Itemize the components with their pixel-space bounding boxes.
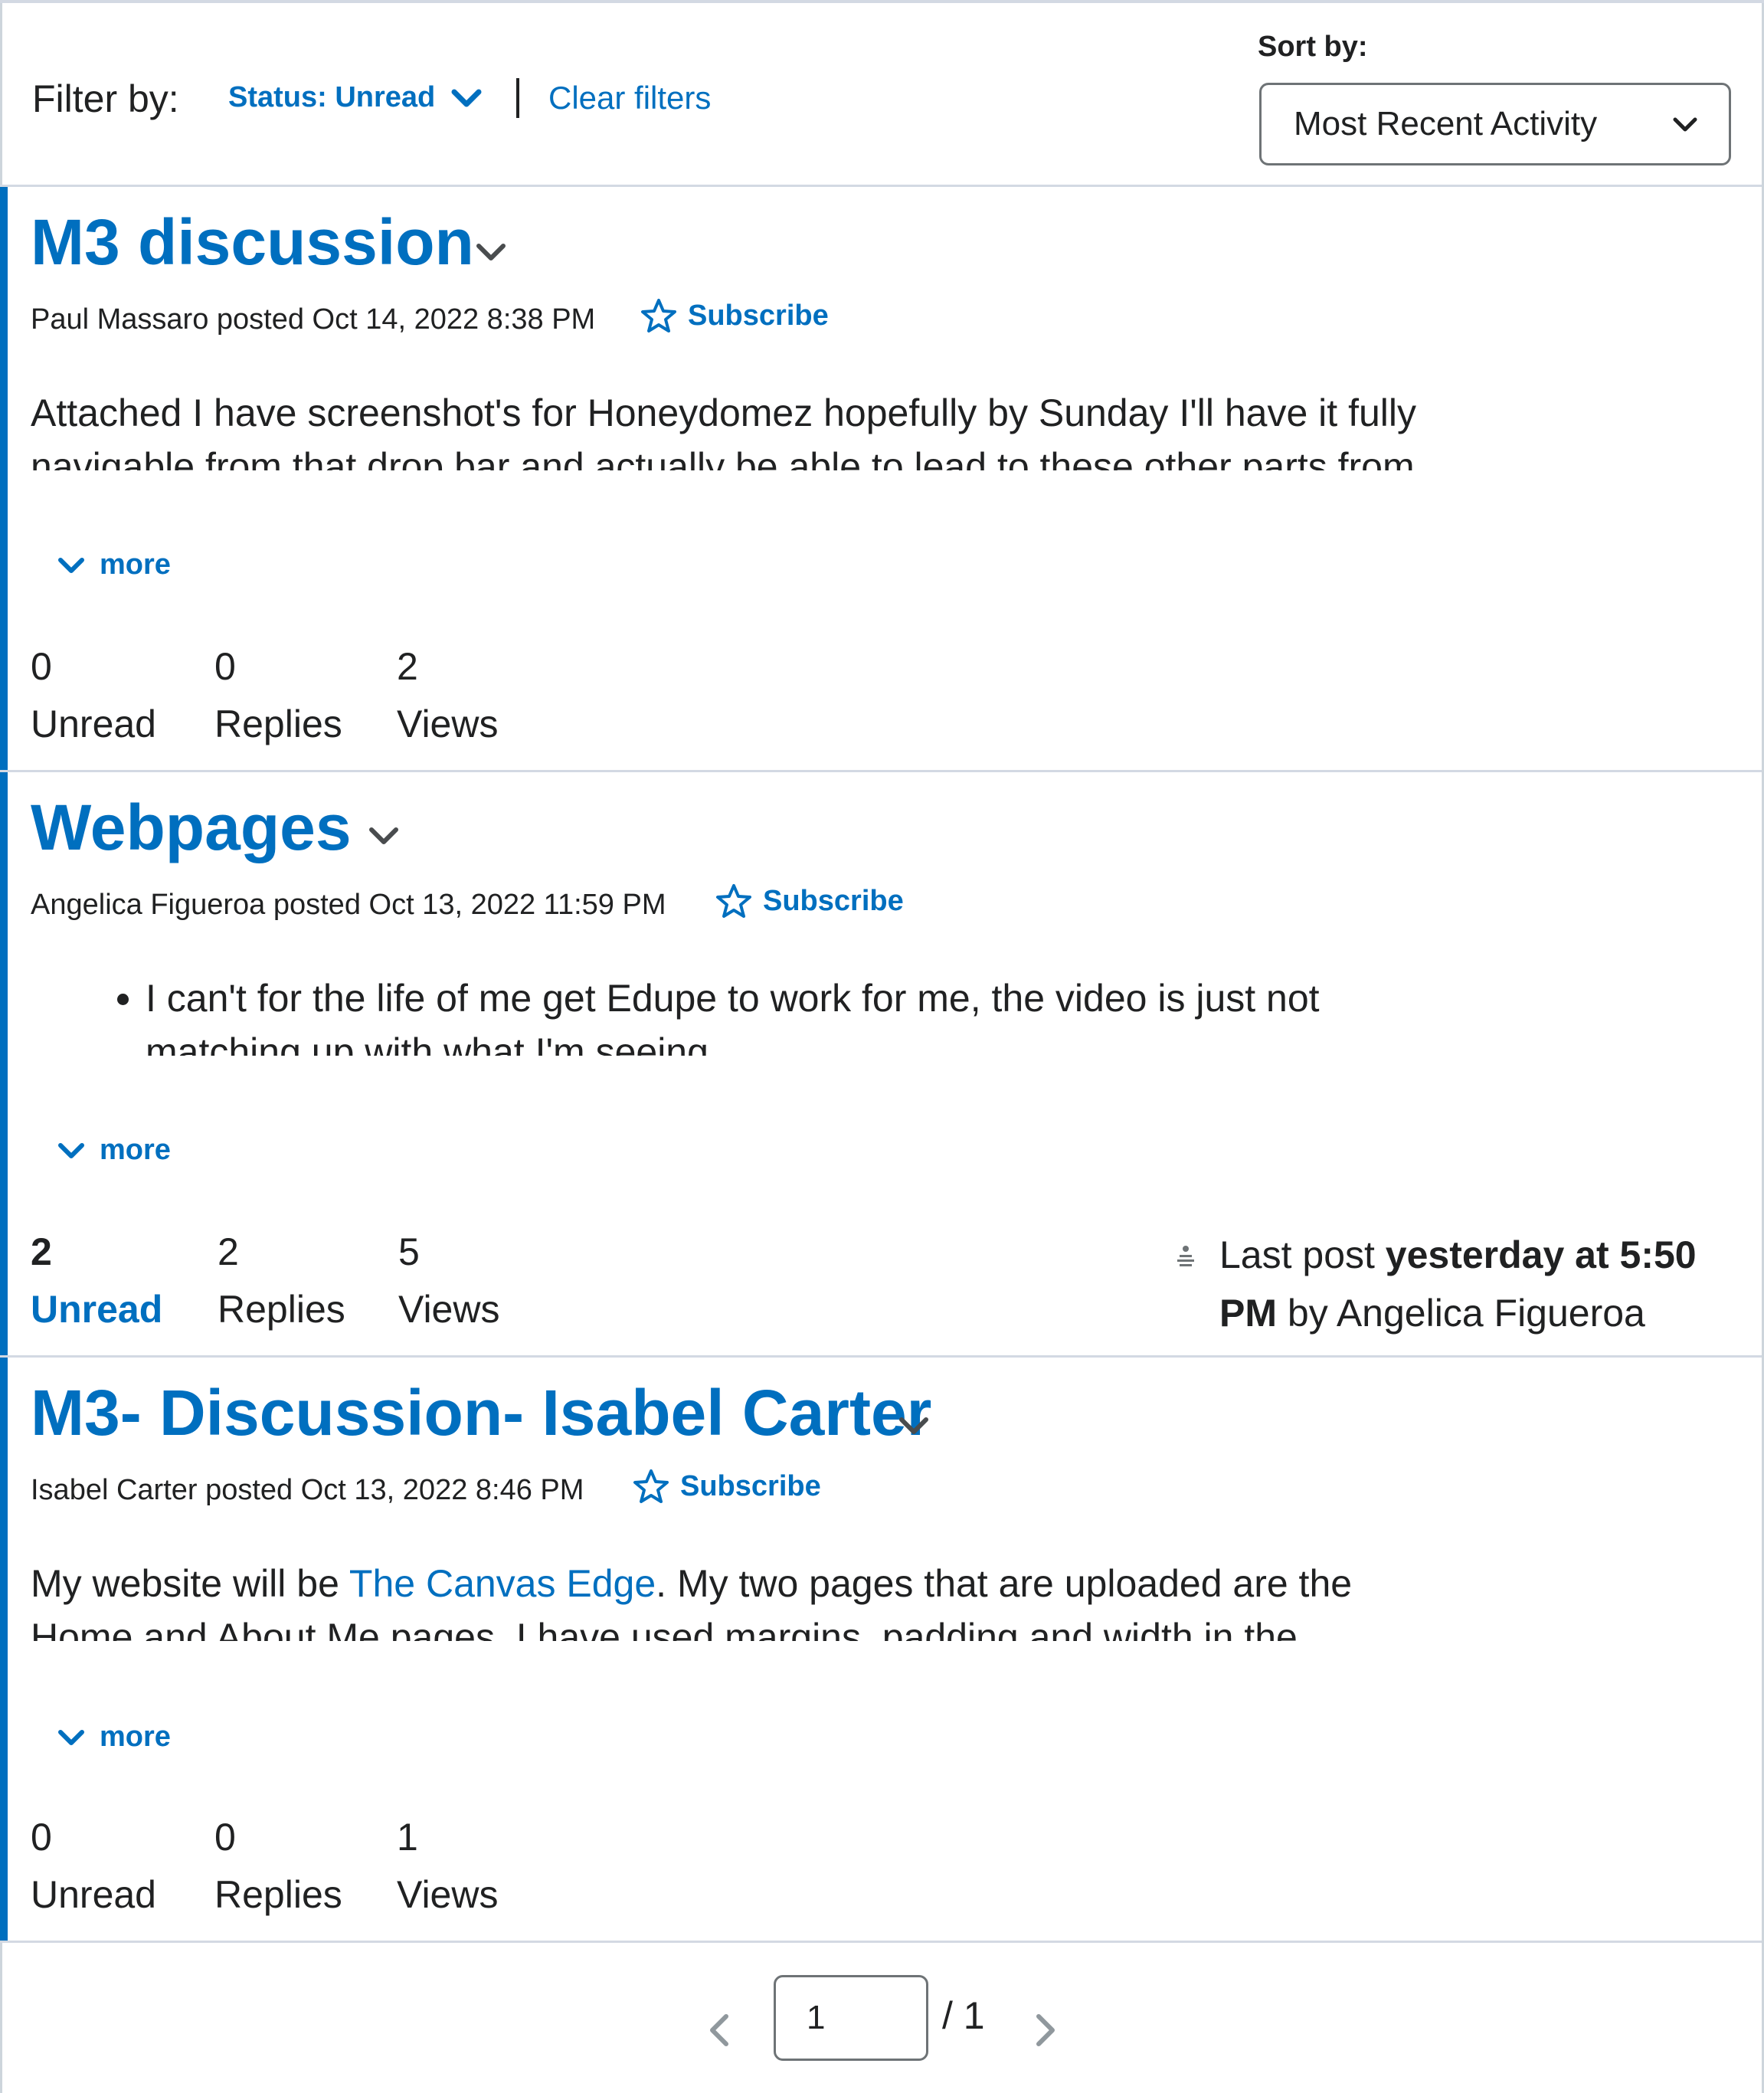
last-post-icon	[1177, 1246, 1194, 1266]
filter-label: Filter by:	[32, 77, 179, 120]
stat-label: Views	[397, 1873, 499, 1916]
last-post-prefix: Last post	[1219, 1233, 1386, 1276]
stat-value: 0	[214, 645, 236, 688]
more-button[interactable]: more	[57, 549, 171, 581]
replies-count: 2 Replies	[218, 1223, 345, 1338]
sort-label: Sort by:	[1258, 31, 1368, 63]
excerpt-line: My website will be The Canvas Edge. My t…	[31, 1557, 1478, 1610]
stat-label: Views	[397, 703, 499, 745]
excerpt-line: matching up with what I'm seeing	[146, 1030, 709, 1056]
subscribe-button[interactable]: Subscribe	[640, 297, 829, 334]
topic-excerpt: Attached I have screenshot's for Honeydo…	[31, 386, 1478, 470]
topic-card: M3- Discussion- Isabel Carter Isabel Car…	[0, 1358, 1764, 1943]
pagination: / 1	[0, 1944, 1764, 2093]
topic-meta: Isabel Carter posted Oct 13, 2022 8:46 P…	[31, 1474, 584, 1506]
stat-value: 2	[218, 1230, 239, 1273]
more-button[interactable]: more	[57, 1134, 171, 1167]
views-count: 1 Views	[397, 1808, 498, 1923]
topic-meta: Angelica Figueroa posted Oct 13, 2022 11…	[31, 889, 666, 921]
chevron-down-icon	[58, 557, 84, 573]
excerpt-line: Attached I have screenshot's for Honeydo…	[31, 391, 1416, 434]
stat-label: Unread	[31, 703, 156, 745]
subscribe-label: Subscribe	[688, 299, 829, 332]
chevron-down-icon	[58, 1729, 84, 1745]
star-icon	[633, 1469, 669, 1503]
excerpt-line: Home and About Me pages. I have used mar…	[31, 1616, 1298, 1641]
replies-count: 0 Replies	[214, 1808, 342, 1923]
excerpt-text: . My two pages that are uploaded are the	[656, 1562, 1353, 1605]
topic-title[interactable]: M3- Discussion- Isabel Carter	[31, 1376, 931, 1450]
unread-indicator-bar	[0, 772, 8, 1355]
stat-label: Unread	[31, 1873, 156, 1916]
topic-title[interactable]: M3 discussion	[31, 205, 474, 280]
excerpt-bullet: I can't for the life of me get Edupe to …	[146, 971, 1478, 1056]
topic-card: M3 discussion Paul Massaro posted Oct 14…	[0, 187, 1764, 772]
unread-indicator-bar	[0, 187, 8, 770]
topic-excerpt: I can't for the life of me get Edupe to …	[31, 971, 1478, 1056]
more-label: more	[100, 1721, 171, 1753]
stat-value: 2	[397, 645, 418, 688]
website-link[interactable]: The Canvas Edge	[349, 1562, 656, 1605]
chevron-down-icon	[58, 1142, 84, 1158]
more-label: more	[100, 549, 171, 581]
subscribe-label: Subscribe	[680, 1469, 821, 1502]
topic-card: Webpages Angelica Figueroa posted Oct 13…	[0, 772, 1764, 1358]
unread-count: 0 Unread	[31, 1808, 156, 1923]
stat-value: 5	[398, 1230, 420, 1273]
unread-count: 0 Unread	[31, 637, 156, 752]
star-icon	[716, 884, 751, 918]
unread-indicator-bar	[0, 1358, 8, 1941]
topic-meta: Paul Massaro posted Oct 14, 2022 8:38 PM	[31, 303, 596, 336]
subscribe-label: Subscribe	[763, 884, 904, 917]
views-count: 5 Views	[398, 1223, 499, 1338]
chevron-down-icon[interactable]	[368, 824, 400, 847]
chevron-right-icon[interactable]	[1031, 2010, 1062, 2050]
star-icon	[641, 299, 676, 332]
stat-value: 0	[31, 1816, 52, 1859]
chevron-down-icon[interactable]	[475, 241, 507, 264]
more-button[interactable]: more	[57, 1721, 171, 1754]
sort-selected-value: Most Recent Activity	[1294, 105, 1598, 142]
stat-label: Views	[398, 1288, 500, 1331]
chevron-down-icon	[1673, 117, 1697, 132]
topic-title[interactable]: Webpages	[31, 791, 352, 865]
subscribe-button[interactable]: Subscribe	[715, 883, 904, 919]
page-total: / 1	[942, 1994, 985, 2037]
excerpt-line: navigable from that drop bar and actuall…	[31, 445, 1415, 470]
status-filter-dropdown[interactable]: Status: Unread	[228, 81, 483, 114]
topic-excerpt: My website will be The Canvas Edge. My t…	[31, 1557, 1478, 1641]
chevron-left-icon[interactable]	[703, 2010, 734, 2050]
chevron-down-icon[interactable]	[898, 1414, 930, 1437]
discussion-list: Filter by: Status: Unread Clear filters …	[0, 0, 1764, 2093]
views-count: 2 Views	[397, 637, 498, 752]
unread-count[interactable]: 2 Unread	[31, 1223, 162, 1338]
page-number-input[interactable]	[774, 1975, 928, 2061]
filter-separator	[516, 78, 519, 118]
stat-value: 1	[397, 1816, 418, 1859]
stat-value: 0	[214, 1816, 236, 1859]
stat-value: 2	[31, 1230, 52, 1273]
last-post-info: Last post yesterday at 5:50 PM by Angeli…	[1219, 1226, 1710, 1342]
stat-label: Replies	[214, 1873, 342, 1916]
unread-link[interactable]: Unread	[31, 1281, 162, 1338]
more-label: more	[100, 1134, 171, 1166]
clear-filters-link[interactable]: Clear filters	[548, 80, 711, 116]
status-filter-label: Status: Unread	[228, 81, 436, 113]
stat-label: Replies	[218, 1288, 345, 1331]
stat-value: 0	[31, 645, 52, 688]
stat-label: Replies	[214, 703, 342, 745]
excerpt-text: My website will be	[31, 1562, 349, 1605]
filter-bar: Filter by: Status: Unread Clear filters …	[0, 3, 1764, 187]
sort-select[interactable]: Most Recent Activity	[1259, 83, 1731, 165]
replies-count: 0 Replies	[214, 637, 342, 752]
excerpt-line: I can't for the life of me get Edupe to …	[146, 977, 1320, 1020]
subscribe-button[interactable]: Subscribe	[633, 1468, 821, 1505]
last-post-author: by Angelica Figueroa	[1277, 1292, 1645, 1335]
chevron-down-icon	[451, 89, 482, 106]
